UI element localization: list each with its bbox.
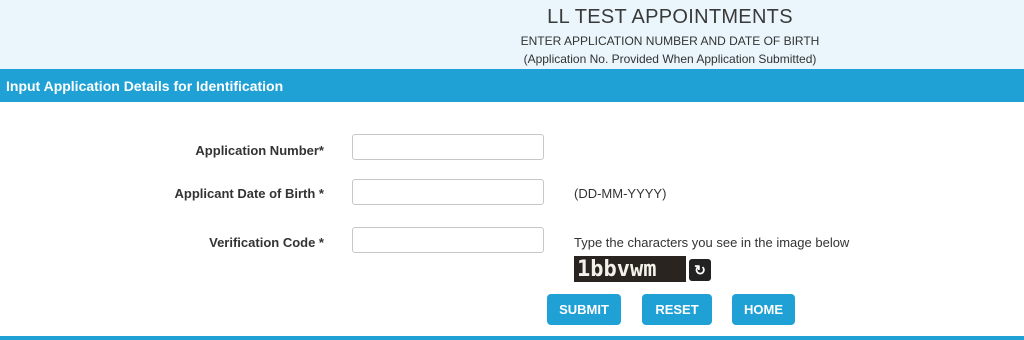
page-title: LL TEST APPOINTMENTS <box>547 6 793 28</box>
submit-button[interactable]: SUBMIT <box>547 294 621 325</box>
dob-input[interactable] <box>352 179 544 205</box>
section-title: Input Application Details for Identifica… <box>6 78 284 94</box>
application-number-input[interactable] <box>352 134 544 160</box>
home-button[interactable]: HOME <box>732 294 795 325</box>
dob-format-hint: (DD-MM-YYYY) <box>574 186 667 201</box>
section-header-bar: Input Application Details for Identifica… <box>0 69 1024 102</box>
verification-code-label: Verification Code * <box>209 235 324 250</box>
refresh-icon[interactable]: ↻ <box>689 259 711 281</box>
bottom-divider <box>0 336 1024 340</box>
application-number-label: Application Number* <box>195 143 324 158</box>
verification-code-input[interactable] <box>352 227 544 253</box>
dob-label: Applicant Date of Birth * <box>174 186 324 201</box>
page-subtitle: ENTER APPLICATION NUMBER AND DATE OF BIR… <box>520 34 820 48</box>
page-header: LL TEST APPOINTMENTS ENTER APPLICATION N… <box>0 0 1024 69</box>
page-note: (Application No. Provided When Applicati… <box>523 52 817 66</box>
captcha-image: 1bbvwm <box>574 256 686 282</box>
captcha-instruction: Type the characters you see in the image… <box>574 235 850 250</box>
captcha-text: 1bbvwm <box>577 257 657 282</box>
reset-button[interactable]: RESET <box>642 294 712 325</box>
